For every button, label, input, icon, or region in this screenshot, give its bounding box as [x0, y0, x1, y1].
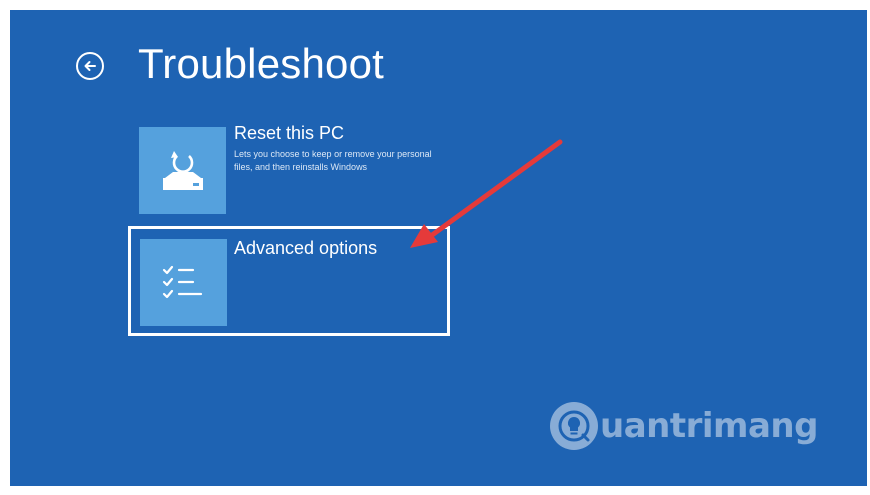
option-label: Reset this PC — [234, 123, 345, 143]
option-description: Lets you choose to keep or remove your p… — [234, 149, 432, 172]
lightbulb-q-logo-icon — [550, 402, 598, 450]
back-arrow-icon — [84, 61, 96, 71]
option-advanced-options[interactable]: Advanced options — [128, 226, 450, 336]
watermark: uantrimang — [550, 396, 818, 456]
checklist-icon — [140, 239, 227, 326]
page-title: Troubleshoot — [138, 40, 384, 87]
reset-pc-icon — [139, 127, 226, 214]
back-button[interactable] — [76, 52, 104, 80]
watermark-text: uantrimang — [600, 406, 818, 446]
option-reset-pc[interactable]: Reset this PC Lets you choose to keep or… — [128, 118, 450, 218]
recovery-screen: Troubleshoot Reset this PC Lets you choo… — [10, 10, 867, 486]
option-label: Advanced options — [234, 238, 378, 258]
